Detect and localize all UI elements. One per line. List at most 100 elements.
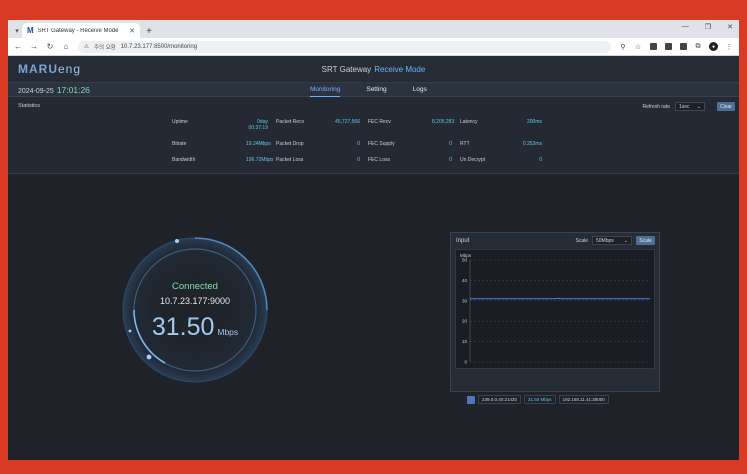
stream-source: 192.168.11.41:28000 <box>558 395 609 404</box>
stat-label: FEC Recv <box>368 119 391 125</box>
clock: 17:01:26 <box>56 84 90 95</box>
scale-label: Scale <box>575 237 588 244</box>
app-title: SRT Gateway Receive Mode <box>8 65 739 74</box>
tab-setting[interactable]: Setting <box>366 83 386 97</box>
date: 2024-09-25 <box>18 87 54 95</box>
bitrate-unit: Mbps <box>217 327 239 337</box>
browser-toolbar: ← → ↻ ⌂ ⚠ 주의 요함 10.7.23.177:8500/monitor… <box>8 38 739 56</box>
input-panel-title: Input <box>456 238 470 244</box>
forward-icon[interactable]: → <box>30 42 38 51</box>
chart-ytick-label: 10 <box>462 339 468 344</box>
bitrate-readout: 31.50 Mbps <box>120 313 270 342</box>
datetime: 2024-09-25 17:01:26 <box>18 85 90 95</box>
chart-svg: Mbps01020304050 <box>460 253 650 365</box>
refresh-control: Refresh rate 1sec ⌄ <box>642 102 705 111</box>
stat-value: 196.72Mbps <box>246 157 274 163</box>
chevron-down-icon: ⌄ <box>623 237 628 244</box>
stat-label: Bandwidth <box>172 157 196 163</box>
stat-value: 0 <box>357 141 360 147</box>
close-tab-icon[interactable]: ✕ <box>129 27 135 35</box>
scale-value: 50Mbps <box>596 237 614 244</box>
clear-button[interactable]: Clear <box>717 102 735 111</box>
stat-label: Uptime <box>172 119 188 125</box>
stream-checkbox[interactable] <box>467 395 475 404</box>
stat-value: 0 <box>539 157 542 163</box>
stat-label: Latency <box>460 119 478 125</box>
tab-search-icon[interactable]: ▾ <box>12 24 22 38</box>
connection-address: 10.7.23.177:9000 <box>159 296 231 306</box>
stat-label: FEC Supply <box>368 141 395 147</box>
gateway-title: SRT Gateway <box>321 64 372 74</box>
tab-title: SRT Gateway - Receive Mode <box>37 27 119 34</box>
stat-label: FEC Loss <box>368 157 390 163</box>
warning-icon[interactable]: ⚠ <box>84 44 89 50</box>
statistics-title: Statistics <box>18 103 41 109</box>
stat-value: 0 <box>449 157 452 163</box>
stat-value: 0day 00:37:19 <box>248 119 268 131</box>
chart-ytick-label: 20 <box>462 319 468 324</box>
stat-label: Packet Recv <box>276 119 305 125</box>
scale-button[interactable]: Scale <box>636 236 655 245</box>
refresh-label: Refresh rate <box>642 103 670 110</box>
minimize-icon[interactable]: — <box>682 23 689 31</box>
reload-icon[interactable]: ↻ <box>46 42 54 51</box>
more-menu-icon[interactable]: ⋮ <box>725 43 733 51</box>
puzzle-icon[interactable]: ⧉ <box>694 43 702 51</box>
browser-tab[interactable]: M SRT Gateway - Receive Mode ✕ <box>22 23 140 38</box>
input-panel: Input Scale 50Mbps ⌄ Scale Mbps 0 10 20 30 40… <box>450 232 660 392</box>
stat-label: Un Decrypt <box>460 157 486 163</box>
stream-rate: 31.50 Mbps <box>524 395 556 404</box>
back-icon[interactable]: ← <box>14 42 22 51</box>
input-bitrate-chart: Mbps 0 10 20 30 40 50 <box>455 249 655 369</box>
home-icon[interactable]: ⌂ <box>62 42 70 51</box>
security-label: 주의 요함 <box>93 44 116 51</box>
main-menu: Monitoring Setting Logs <box>310 83 427 97</box>
chart-ytick-label: 50 <box>462 258 468 263</box>
stat-label: Bitrate <box>172 141 187 147</box>
gauge-readout: Connected 10.7.23.177:9000 31.50 Mbps <box>120 235 270 385</box>
browser-tab-bar: ▾ M SRT Gateway - Receive Mode ✕ + — ❐ ✕ <box>8 20 739 38</box>
connection-status: Connected <box>172 281 218 292</box>
stat-value: 45,727,566 <box>334 119 360 125</box>
chevron-down-icon: ⌄ <box>696 103 701 110</box>
extension-icon[interactable] <box>679 43 687 51</box>
zoom-icon[interactable]: ⚲ <box>619 43 627 51</box>
window-controls: — ❐ ✕ <box>682 23 733 31</box>
profile-avatar[interactable]: ● <box>709 42 718 51</box>
stream-address: 239.0.0.40:21420 <box>478 395 522 404</box>
bitrate-value: 31.50 <box>151 313 215 341</box>
statistics-grid: Uptime 0day 00:37:19 Packet Recv 45,727,566… <box>172 119 550 163</box>
stat-value: 8,205,283 <box>432 119 455 125</box>
stat-label: Packet Drop <box>276 141 304 147</box>
close-window-icon[interactable]: ✕ <box>727 23 733 31</box>
stat-value: 0.253ms <box>522 141 542 147</box>
stat-label: RTT <box>460 141 470 147</box>
app-window: ▾ M SRT Gateway - Receive Mode ✕ + — ❐ ✕… <box>8 20 739 460</box>
address-bar[interactable]: ⚠ 주의 요함 10.7.23.177:8500/monitoring <box>78 40 611 53</box>
statistics-panel: Statistics Refresh rate 1sec ⌄ Clear Upt… <box>8 97 739 174</box>
extension-icon[interactable] <box>649 43 657 51</box>
url-text: 10.7.23.177:8500/monitoring <box>120 43 198 50</box>
scale-select[interactable]: 50Mbps ⌄ <box>592 236 632 245</box>
bookmark-star-icon[interactable]: ☆ <box>634 43 642 51</box>
monitoring-main: Connected 10.7.23.177:9000 31.50 Mbps Inp… <box>8 175 739 460</box>
extension-icon[interactable] <box>664 43 672 51</box>
refresh-rate-select[interactable]: 1sec ⌄ <box>675 102 705 111</box>
mode-label: Receive Mode <box>374 64 426 74</box>
tab-logs[interactable]: Logs <box>413 83 427 97</box>
tab-monitoring[interactable]: Monitoring <box>310 83 341 97</box>
stat-value: 200ms <box>526 119 542 125</box>
stat-value: 19.24Mbps <box>246 141 271 147</box>
browser-extensions: ⚲ ☆ ⧉ ● ⋮ <box>619 42 733 51</box>
new-tab-button[interactable]: + <box>142 24 156 38</box>
stat-value: 0 <box>449 141 452 147</box>
stream-info-bar: 239.0.0.40:21420 31.50 Mbps 192.168.11.4… <box>467 395 609 404</box>
restore-icon[interactable]: ❐ <box>705 23 711 31</box>
chart-ytick-label: 30 <box>462 298 468 303</box>
chart-ytick-label: 40 <box>462 278 468 283</box>
scale-control: Scale 50Mbps ⌄ <box>575 236 632 245</box>
tab-favicon-icon: M <box>27 26 34 35</box>
refresh-rate-value: 1sec <box>679 103 690 110</box>
chart-ytick-label: 0 <box>464 360 467 365</box>
stat-value: 0 <box>357 157 360 163</box>
